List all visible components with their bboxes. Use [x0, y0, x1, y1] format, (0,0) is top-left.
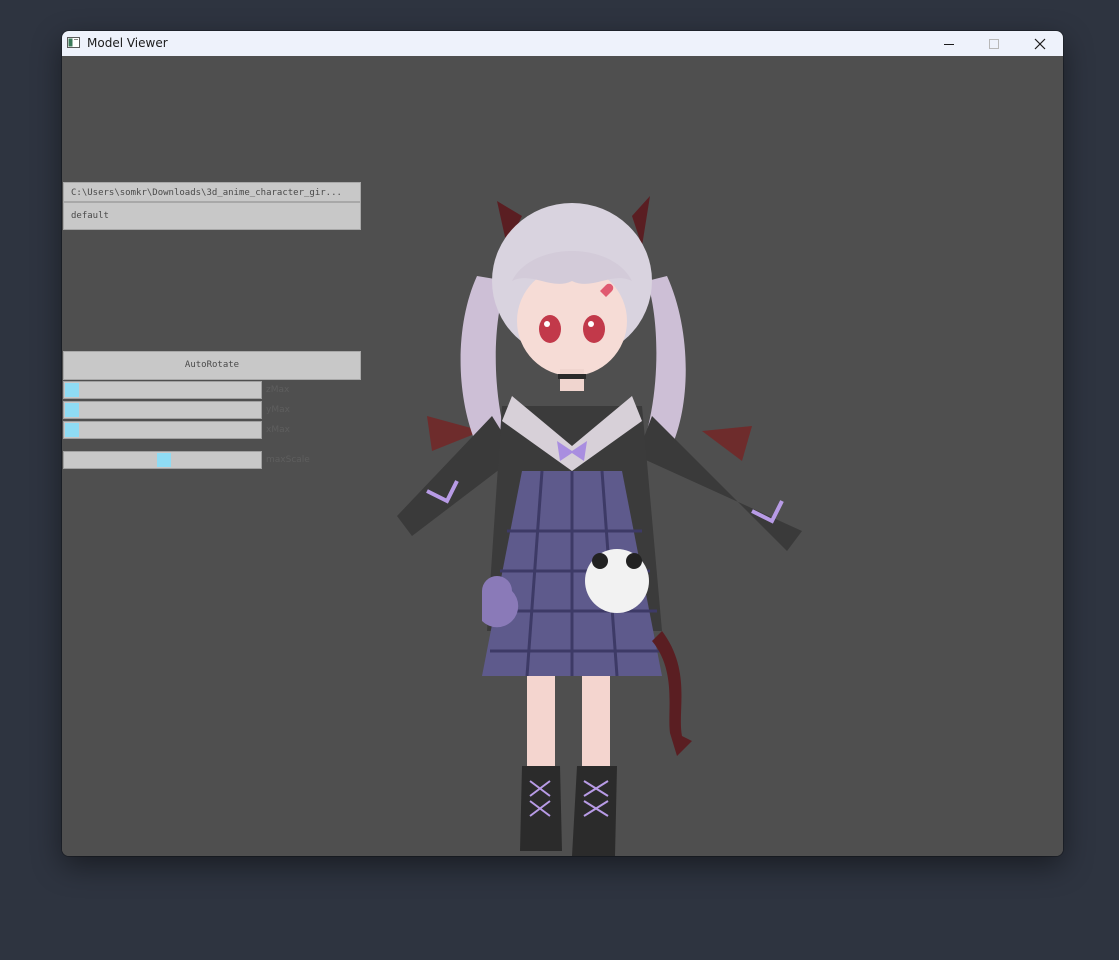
left-leg — [527, 676, 555, 771]
right-boot — [572, 766, 617, 856]
slider-handle[interactable] — [65, 403, 79, 417]
close-icon — [1034, 38, 1046, 49]
choker — [558, 374, 586, 379]
3d-viewport[interactable]: C:\Users\somkr\Downloads\3d_anime_charac… — [62, 56, 1063, 856]
maximize-button[interactable] — [971, 31, 1017, 56]
model-viewer-window: Model Viewer C:\Users\somkr\Downloads\3d… — [62, 31, 1063, 856]
title-bar[interactable]: Model Viewer — [62, 31, 1063, 56]
slider-handle[interactable] — [157, 453, 171, 467]
face — [517, 266, 627, 376]
character-model[interactable] — [332, 171, 852, 856]
slider-handle[interactable] — [65, 423, 79, 437]
ymax-label: yMax — [266, 405, 290, 415]
animation-dropdown[interactable]: default — [63, 202, 361, 230]
app-window-icon — [67, 37, 80, 48]
maximize-icon — [989, 38, 999, 49]
left-eye — [539, 315, 561, 343]
slider-handle[interactable] — [65, 383, 79, 397]
maxscale-label: maxScale — [266, 455, 310, 465]
right-wing — [702, 426, 752, 461]
autorotate-button[interactable]: AutoRotate — [63, 351, 361, 380]
xmax-slider[interactable] — [63, 421, 262, 439]
zmax-slider[interactable] — [63, 381, 262, 399]
minimize-button[interactable] — [926, 31, 972, 56]
minimize-icon — [944, 43, 954, 45]
xmax-label: xMax — [266, 425, 290, 435]
zmax-label: zMax — [266, 385, 290, 395]
close-button[interactable] — [1017, 31, 1063, 56]
ymax-slider[interactable] — [63, 401, 262, 419]
maxscale-slider[interactable] — [63, 451, 262, 469]
right-leg — [582, 676, 610, 771]
right-eye — [583, 315, 605, 343]
neck — [560, 369, 584, 391]
model-path-field[interactable]: C:\Users\somkr\Downloads\3d_anime_charac… — [63, 182, 361, 202]
window-title: Model Viewer — [87, 36, 168, 50]
